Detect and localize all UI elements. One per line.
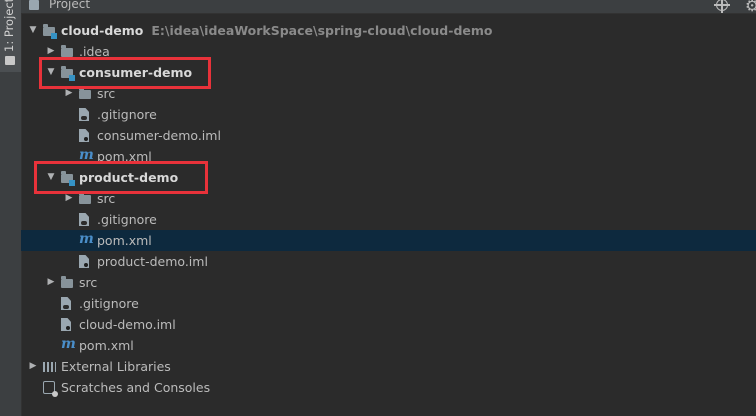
tree-row[interactable]: ▶ src xyxy=(21,272,756,293)
tree-item-label: product-demo.iml xyxy=(97,251,208,272)
tree-item-text: Scratches and Consoles xyxy=(61,380,211,395)
panel-title[interactable]: Project xyxy=(49,0,90,11)
libraries-icon xyxy=(43,362,56,372)
tree-item-text: cloud-demo xyxy=(61,23,144,38)
tree-item-label: pom.xml xyxy=(79,335,134,356)
tree-item-label: consumer-demo.iml xyxy=(97,125,221,146)
maven-icon: m xyxy=(61,336,76,352)
gitignore-file-icon xyxy=(61,297,71,310)
tree-item-label: cloud-demo.iml xyxy=(79,314,176,335)
iml-file-icon xyxy=(79,129,89,142)
tree-row[interactable]: cloud-demo.iml xyxy=(21,314,756,335)
tree-row[interactable]: .gitignore xyxy=(21,293,756,314)
iml-file-icon xyxy=(79,255,89,268)
tree-item-text: pom.xml xyxy=(79,338,134,353)
tree-item-text: consumer-demo.iml xyxy=(97,128,221,143)
tree-row[interactable]: ▶ External Libraries xyxy=(21,356,756,377)
folder-icon xyxy=(61,45,73,57)
gitignore-file-icon xyxy=(79,213,89,226)
tree-item-label: cloud-demo E:\idea\ideaWorkSpace\spring-c… xyxy=(61,20,493,41)
tree-item-text: External Libraries xyxy=(61,359,171,374)
project-panel-header: Project ⚙ xyxy=(21,0,756,15)
tool-window-strip: 1: Project xyxy=(0,0,22,416)
gear-icon[interactable]: ⚙ xyxy=(745,0,756,15)
collapse-arrow-right-icon[interactable]: ▶ xyxy=(45,272,57,293)
tree-item-label: pom.xml xyxy=(97,230,152,251)
tree-row[interactable]: ▼ cloud-demo E:\idea\ideaWorkSpace\spring-… xyxy=(21,20,756,41)
module-folder-icon xyxy=(43,24,57,39)
tree-row[interactable]: .gitignore xyxy=(21,104,756,125)
tree-row[interactable]: m pom.xml xyxy=(21,230,756,251)
tree-row[interactable]: .gitignore xyxy=(21,209,756,230)
project-icon xyxy=(29,0,39,10)
folder-icon xyxy=(79,192,91,204)
folder-icon xyxy=(79,87,91,99)
tree-item-text: pom.xml xyxy=(97,233,152,248)
locate-file-icon[interactable] xyxy=(714,0,730,13)
tree-item-label: .gitignore xyxy=(97,104,157,125)
highlight-box-consumer-demo xyxy=(39,57,211,89)
tree-item-text: .gitignore xyxy=(97,212,157,227)
gitignore-file-icon xyxy=(79,108,89,121)
maven-icon: m xyxy=(79,231,94,247)
tree-item-label: External Libraries xyxy=(61,356,171,377)
module-path: E:\idea\ideaWorkSpace\spring-cloud\cloud… xyxy=(151,23,493,38)
highlight-box-product-demo xyxy=(34,161,208,194)
iml-file-icon xyxy=(61,318,71,331)
tree-item-text: cloud-demo.iml xyxy=(79,317,176,332)
tree-item-label: src xyxy=(79,272,97,293)
scratches-icon xyxy=(43,381,58,397)
tree-row[interactable]: consumer-demo.iml xyxy=(21,125,756,146)
folder-icon xyxy=(61,276,73,288)
expand-arrow-down-icon[interactable]: ▼ xyxy=(27,20,39,41)
tree-row[interactable]: Scratches and Consoles xyxy=(21,377,756,398)
tree-row[interactable]: product-demo.iml xyxy=(21,251,756,272)
tree-row[interactable]: m pom.xml xyxy=(21,335,756,356)
folder-icon xyxy=(5,56,15,65)
tree-item-text: src xyxy=(79,275,98,290)
project-tool-tab-label: 1: Project xyxy=(2,0,16,52)
tree-item-label: .gitignore xyxy=(97,209,157,230)
tree-item-text: .gitignore xyxy=(97,107,157,122)
tree-item-text: .gitignore xyxy=(79,296,139,311)
tree-item-text: product-demo.iml xyxy=(97,254,208,269)
tree-item-label: .gitignore xyxy=(79,293,139,314)
tree-item-label: Scratches and Consoles xyxy=(61,377,210,398)
collapse-arrow-right-icon[interactable]: ▶ xyxy=(27,356,39,377)
